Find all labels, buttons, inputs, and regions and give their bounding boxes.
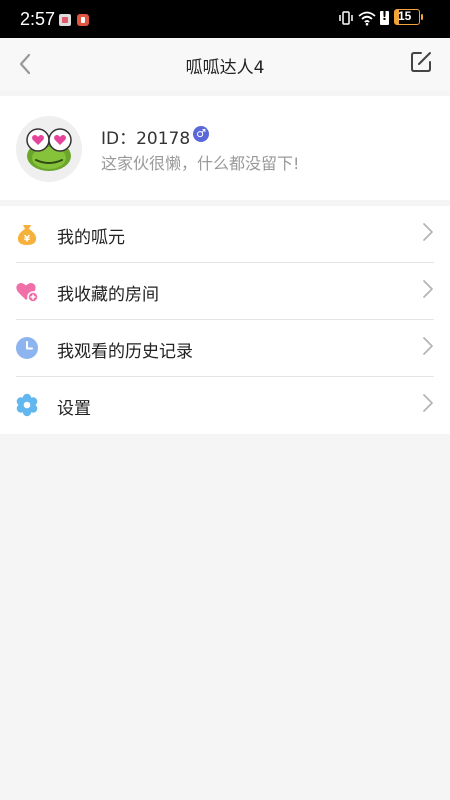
user-signature: 这家伙很懒，什么都没留下! <box>101 154 300 173</box>
menu-item-label: 我的呱元 <box>57 228 125 248</box>
battery-icon: 15 <box>394 9 420 25</box>
battery-tip <box>421 14 423 20</box>
alert-icon <box>380 9 389 25</box>
svg-text:¥: ¥ <box>24 235 31 245</box>
chevron-right-icon <box>423 280 433 298</box>
menu-item-my-coins[interactable]: ¥ 我的呱元 <box>0 206 450 263</box>
status-bar: 2:57 15 <box>0 0 450 38</box>
chevron-right-icon <box>423 394 433 412</box>
wifi-icon <box>358 11 376 26</box>
settings-gear-icon <box>16 393 38 417</box>
avatar[interactable] <box>16 116 82 182</box>
page-title: 呱呱达人4 <box>185 58 265 78</box>
male-gender-icon: ♂ <box>193 126 209 142</box>
status-time: 2:57 <box>20 9 56 29</box>
menu-item-label: 我观看的历史记录 <box>57 342 193 362</box>
vibrate-icon <box>339 11 353 25</box>
menu-item-favorite-rooms[interactable]: 我收藏的房间 <box>0 263 450 320</box>
profile-card[interactable]: ID：20178 ♂ 这家伙很懒，什么都没留下! <box>0 96 450 200</box>
menu-item-label: 设置 <box>57 399 91 419</box>
user-id: ID：20178 <box>101 129 191 149</box>
chevron-right-icon <box>423 337 433 355</box>
nav-bar: 呱呱达人4 <box>0 38 450 90</box>
menu-item-label: 我收藏的房间 <box>57 285 159 305</box>
app-notification-icon <box>59 14 71 26</box>
chevron-right-icon <box>423 223 433 241</box>
battery-level: 15 <box>398 9 412 23</box>
frog-avatar <box>26 128 72 171</box>
menu-item-settings[interactable]: 设置 <box>0 377 450 434</box>
edit-icon[interactable] <box>409 50 433 74</box>
menu-list: ¥ 我的呱元 我收藏的房间 我观看的历史记录 设置 <box>0 206 450 434</box>
menu-item-watch-history[interactable]: 我观看的历史记录 <box>0 320 450 377</box>
clock-icon <box>16 337 38 359</box>
app-notification-icon <box>77 14 89 26</box>
money-bag-icon: ¥ <box>17 225 37 245</box>
heart-plus-icon <box>16 282 39 303</box>
